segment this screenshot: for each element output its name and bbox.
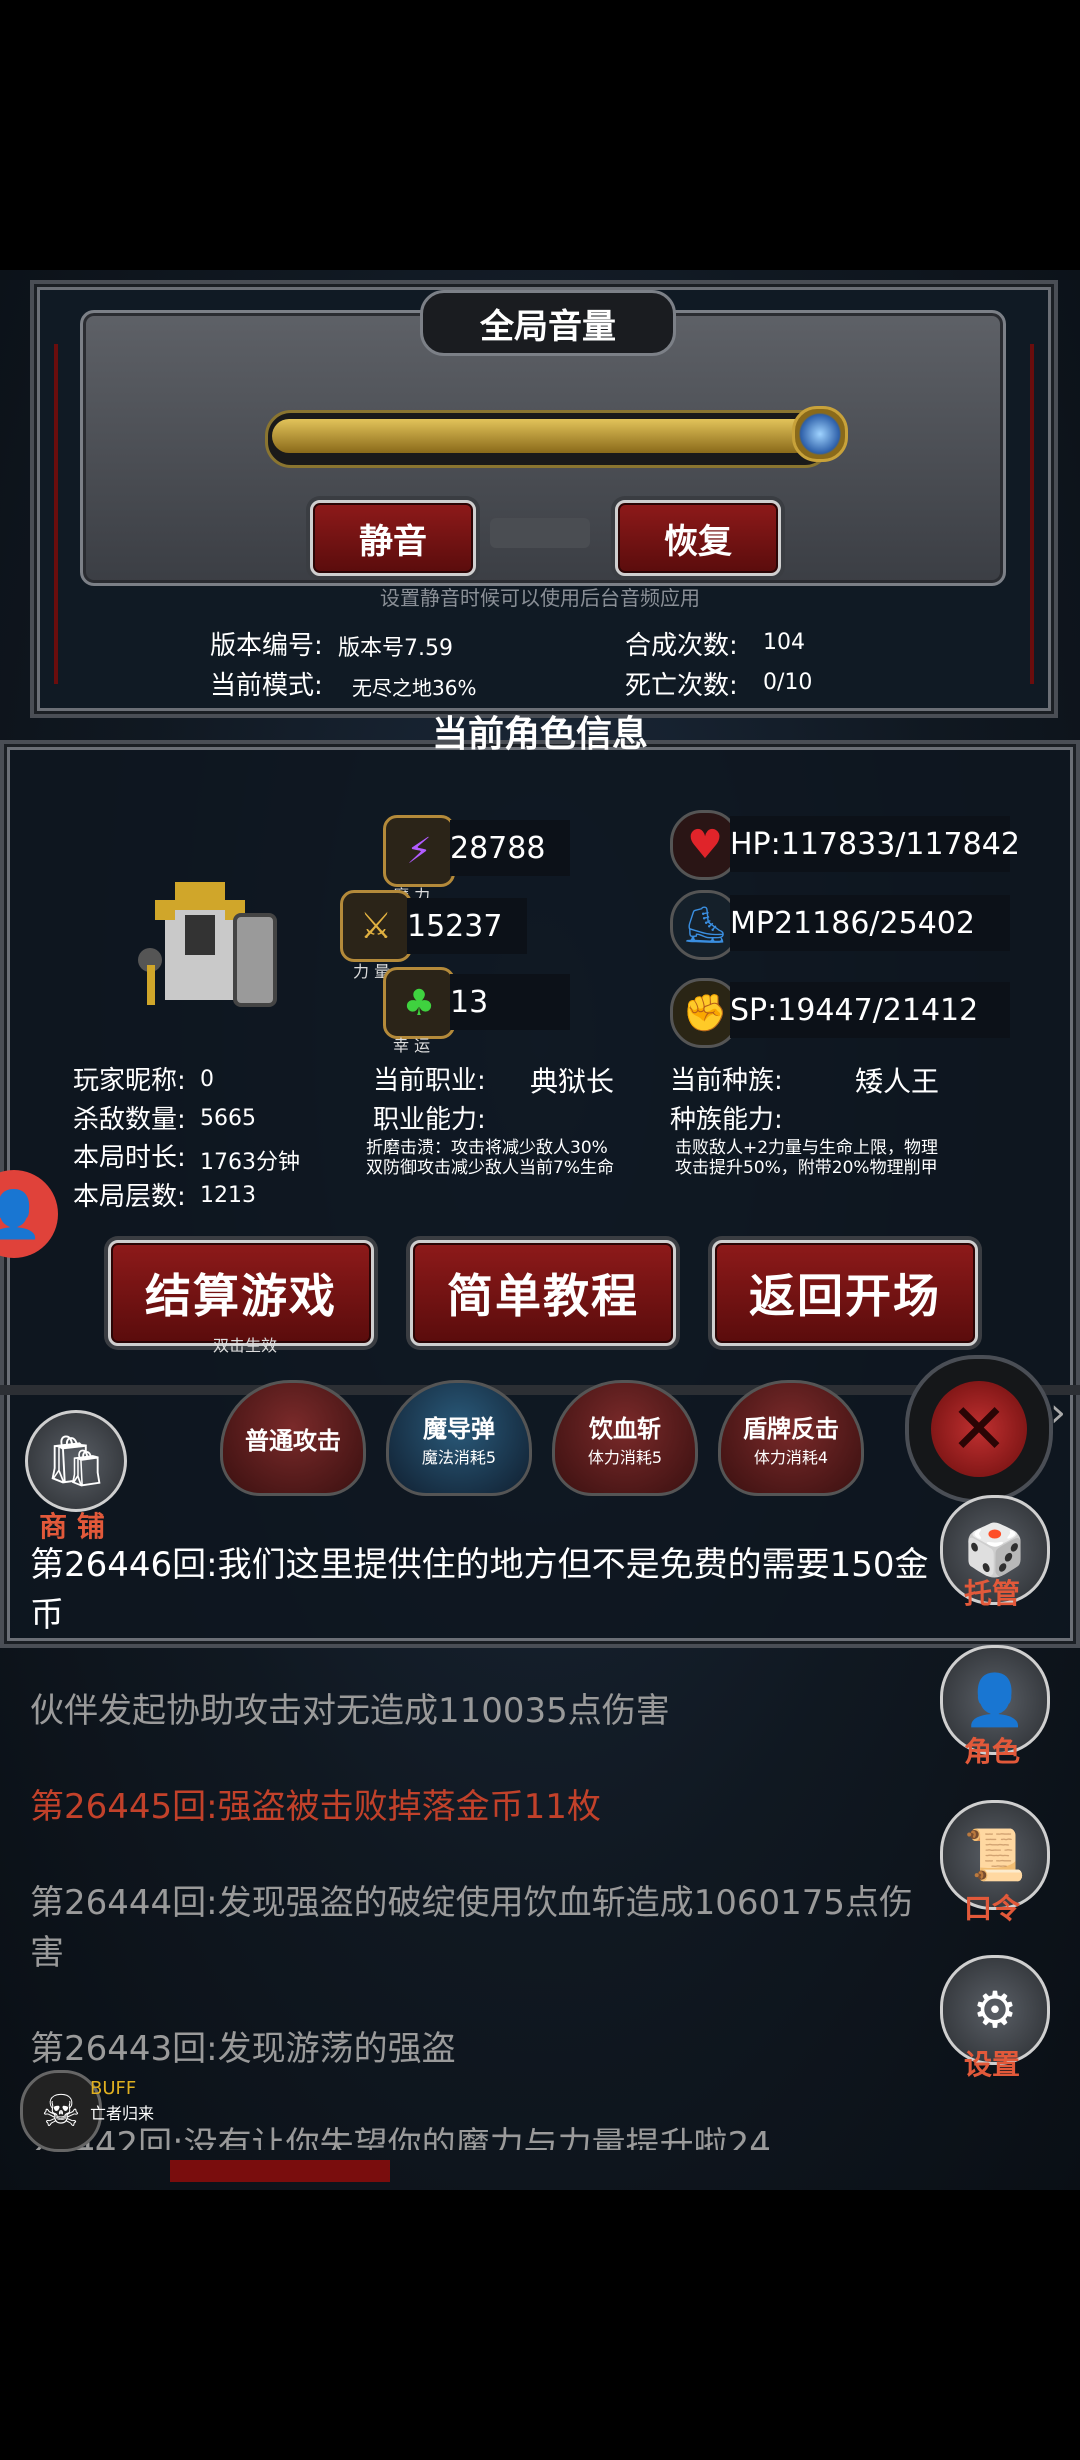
death-value: 0/10 [763,670,813,695]
gear-icon: ⚙ [972,1981,1018,2039]
close-skills-button[interactable]: ✕ [905,1355,1053,1503]
skill-blood-slash-cost: 体力消耗5 [587,1447,663,1467]
version-label: 版本编号: [210,631,323,661]
race-label: 当前种族: [670,1066,783,1096]
character-portrait [135,870,295,1020]
floor-value: 1213 [200,1183,256,1208]
volume-title: 全局音量 [420,290,676,356]
tutorial-button[interactable]: 简单教程 [410,1240,676,1346]
settle-game-hint: 双击生效 [212,1336,277,1355]
bottom-hp-strip [170,2160,390,2182]
mp-value: MP21186/25402 [730,905,975,941]
panel-border-right [1030,344,1034,684]
log-entry: 第26443回:发现游荡的强盗 [30,2029,456,2069]
luck-value: 13 [450,984,489,1020]
nickname-value: 0 [200,1067,214,1092]
strength-value: 15237 [407,908,503,944]
job-label: 当前职业: [373,1066,486,1096]
log-entry: 第26444回:发现强盗的破绽使用饮血斩造成1060175点伤害 [30,1883,914,1973]
settle-game-button[interactable]: 结算游戏 [108,1240,374,1346]
chevron-right-icon[interactable]: › [1050,1390,1066,1436]
race-ability-text: 击败敌人+2力量与生命上限，物理 攻击提升50%，附带20%物理削甲 [675,1138,939,1178]
battle-log: 第26446回:我们这里提供住的地方但不是免费的需要150金币伙伴发起协助攻击对… [30,1540,930,2150]
hp-value: HP:117833/117842 [730,826,1020,862]
magic-value: 28788 [450,830,546,866]
volume-slider-knob[interactable] [792,406,848,462]
character-section-title: 当前角色信息 [431,714,648,755]
race-ability-label: 种族能力: [670,1105,783,1135]
magic-icon: ⚡ [383,815,455,887]
skill-shield-counter-cost: 体力消耗4 [753,1447,829,1467]
restore-button[interactable]: 恢复 [615,500,781,576]
floor-label: 本局层数: [73,1182,186,1212]
version-value: 版本号7.59 [338,636,453,661]
buff-label: BUFF [90,2078,137,2099]
log-entry: 26442回:没有让你失望你的魔力与力量提升啦24 [30,2125,771,2150]
dice-icon: 🎲 [963,1520,1027,1579]
volume-hint: 设置静音时候可以使用后台音频应用 [380,586,700,610]
code-label: 口令 [963,1892,1020,1925]
shop-label: 商 铺 [39,1510,105,1543]
kills-value: 5665 [200,1106,256,1131]
time-label: 本局时长: [73,1143,186,1173]
skill-normal-attack-label: 普通攻击 [245,1426,341,1455]
skill-magic-missile-cost: 魔法消耗5 [421,1447,497,1467]
auto-play-label: 托管 [963,1577,1020,1610]
close-icon: ✕ [931,1381,1027,1477]
log-entry: 第26445回:强盗被击败掉落金币11枚 [30,1787,601,1827]
craft-label: 合成次数: [625,631,738,661]
skill-blood-slash-label: 饮血斩 [589,1414,661,1443]
luck-label: 幸 运 [393,1036,431,1055]
kills-label: 杀敌数量: [73,1105,186,1135]
job-ability-label: 职业能力: [373,1105,486,1135]
shop-button[interactable]: 🛍 [25,1410,127,1512]
settings-label: 设置 [963,2048,1020,2081]
luck-icon: ♣ [383,967,455,1039]
mode-value: 无尽之地36% [352,676,477,700]
role-label: 角色 [963,1735,1020,1768]
ornament-divider [490,518,590,548]
volume-slider[interactable] [265,410,831,468]
log-entry: 第26446回:我们这里提供住的地方但不是免费的需要150金币 [30,1545,929,1635]
skill-shield-counter-label: 盾牌反击 [743,1414,839,1443]
buff-sub-label: 亡者归来 [90,2104,155,2123]
skill-magic-missile-label: 魔导弹 [423,1414,495,1443]
job-ability-text: 折磨击溃：攻击将减少敌人30% 双防御攻击减少敌人当前7%生命 [366,1138,614,1178]
game-screen: 全局音量 静音 恢复 设置静音时候可以使用后台音频应用 版本编号: 版本号7.5… [0,270,1080,2190]
return-start-button[interactable]: 返回开场 [712,1240,978,1346]
strength-icon: ⚔ [340,890,412,962]
nickname-label: 玩家昵称: [73,1066,186,1096]
hooded-figure-icon: 👤 [963,1670,1027,1729]
scroll-book-icon: 📜 [963,1825,1027,1884]
volume-slider-fill [272,419,812,453]
craft-value: 104 [763,630,805,655]
battle-log-list: 第26446回:我们这里提供住的地方但不是免费的需要150金币伙伴发起协助攻击对… [30,1540,930,2150]
job-value: 典狱长 [530,1065,615,1098]
log-entry: 伙伴发起协助攻击对无造成110035点伤害 [30,1691,670,1731]
sp-value: SP:19447/21412 [730,992,979,1028]
mute-button[interactable]: 静音 [310,500,476,576]
death-label: 死亡次数: [625,671,738,701]
panel-border-left [54,344,58,684]
mode-label: 当前模式: [210,671,323,701]
shop-bag-icon: 🛍 [44,1431,108,1490]
time-value: 1763分钟 [200,1150,300,1175]
race-value: 矮人王 [855,1065,940,1098]
